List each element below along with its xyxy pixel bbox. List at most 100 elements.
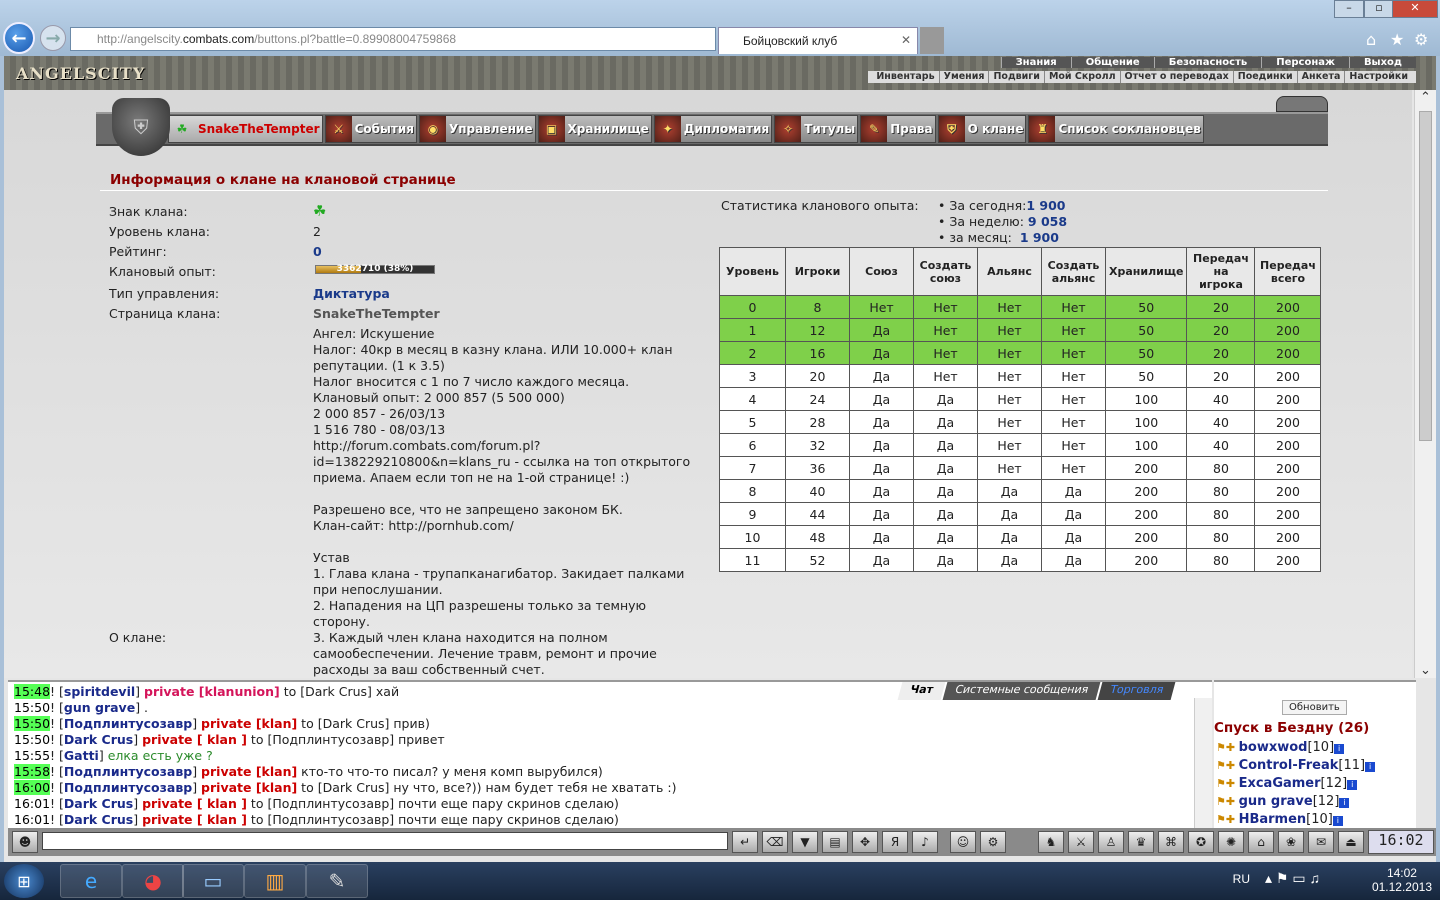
player-entry[interactable]: ⚑✚ HBarmen[10] i bbox=[1216, 812, 1343, 827]
clan-tab-events[interactable]: ⚔ События bbox=[324, 115, 417, 143]
character-icon[interactable]: ♙ bbox=[1098, 831, 1124, 853]
chat-nick[interactable]: Dark Crus bbox=[64, 732, 133, 747]
chat-nick[interactable]: Dark Crus bbox=[64, 796, 133, 811]
refresh-button[interactable]: Обновить bbox=[1282, 700, 1347, 715]
clan-icon[interactable]: ♛ bbox=[1128, 831, 1154, 853]
chat-time[interactable]: 15:48 bbox=[14, 684, 51, 699]
ie-icon[interactable]: e bbox=[60, 864, 122, 898]
paint-icon[interactable]: ✎ bbox=[306, 864, 368, 898]
info-icon[interactable]: i bbox=[1334, 744, 1345, 754]
info-icon[interactable]: i bbox=[1365, 762, 1376, 772]
sound-icon[interactable]: ♪ bbox=[912, 831, 938, 853]
skills-icon[interactable]: ✪ bbox=[1188, 831, 1214, 853]
chat-time[interactable]: 16:01 bbox=[14, 812, 50, 827]
battle-icon[interactable]: ⚔ bbox=[1068, 831, 1094, 853]
submenu-item[interactable]: Поединки bbox=[1232, 71, 1297, 83]
save-icon[interactable]: ▤ bbox=[822, 831, 848, 853]
translit-icon[interactable]: Я bbox=[882, 831, 908, 853]
home-icon[interactable]: ⌂ bbox=[1248, 831, 1274, 853]
chat-scrollbar[interactable] bbox=[1194, 698, 1212, 828]
player-entry[interactable]: ⚑✚ bowxwod[10] i bbox=[1216, 740, 1345, 755]
submenu-item[interactable]: Подвиги bbox=[988, 71, 1043, 83]
info-icon[interactable]: i bbox=[1339, 798, 1350, 808]
smile-icon[interactable]: ☻ bbox=[12, 831, 38, 853]
filter-icon[interactable]: ▼ bbox=[792, 831, 818, 853]
map-icon[interactable]: ⌘ bbox=[1158, 831, 1184, 853]
chrome-icon[interactable]: ◕ bbox=[122, 864, 184, 898]
chat-input[interactable] bbox=[42, 832, 728, 850]
submenu-item[interactable]: Инвентарь bbox=[872, 71, 938, 83]
chat-time[interactable]: 15:58 bbox=[14, 764, 51, 779]
mail-icon[interactable]: ✉ bbox=[1308, 831, 1334, 853]
govern-type[interactable]: Диктатура bbox=[313, 286, 390, 301]
menu-item[interactable]: Знания bbox=[1000, 57, 1071, 68]
chat-nick[interactable]: Подплинтусозавр bbox=[64, 780, 192, 795]
clan-tab-name[interactable]: ☘ SnakeTheTempter bbox=[168, 115, 323, 143]
notepad-icon[interactable]: ▭ bbox=[182, 864, 244, 898]
forward-button[interactable]: → bbox=[40, 25, 66, 51]
clan-tab-diplomacy[interactable]: ✦ Дипломатия bbox=[653, 115, 773, 143]
chat-nick[interactable]: gun grave bbox=[64, 700, 135, 715]
chat-time[interactable]: 15:50 bbox=[14, 732, 50, 747]
language-indicator[interactable]: RU bbox=[1233, 872, 1250, 886]
submenu-item[interactable]: Мой Скролл bbox=[1043, 71, 1120, 83]
player-name[interactable]: ExcaGamer bbox=[1239, 776, 1321, 791]
chat-nick[interactable]: Dark Crus bbox=[64, 812, 133, 827]
friends-icon[interactable]: ❀ bbox=[1278, 831, 1304, 853]
scroll-up-icon[interactable]: ⌃ bbox=[1415, 90, 1436, 105]
clan-tab-manage[interactable]: ◉ Управление bbox=[418, 115, 536, 143]
clan-tab-rights[interactable]: ✎ Права bbox=[860, 115, 936, 143]
system-clock[interactable]: 14:02 01.12.2013 bbox=[1372, 866, 1432, 894]
player-entry[interactable]: ⚑✚ gun grave[12] i bbox=[1216, 794, 1350, 809]
submenu-item[interactable]: Анкета bbox=[1296, 71, 1345, 83]
clear-icon[interactable]: ⌫ bbox=[762, 831, 788, 853]
clan-tab-members[interactable]: ♜ Список соклановцев bbox=[1028, 115, 1204, 143]
move-icon[interactable]: ✥ bbox=[852, 831, 878, 853]
menu-item[interactable]: Выход bbox=[1348, 57, 1416, 68]
player-name[interactable]: bowxwod bbox=[1239, 740, 1308, 755]
settings-gear-icon[interactable]: ⚙ bbox=[1414, 30, 1428, 49]
chat-nick[interactable]: spiritdevil bbox=[64, 684, 135, 699]
tab-system[interactable]: Системные сообщения bbox=[942, 682, 1100, 700]
gear-icon[interactable]: ✺ bbox=[1218, 831, 1244, 853]
info-icon[interactable]: i bbox=[1332, 816, 1343, 826]
menu-item[interactable]: Общение bbox=[1070, 57, 1154, 68]
player-entry[interactable]: ⚑✚ Control-Freak[11] i bbox=[1216, 758, 1376, 773]
new-tab-button[interactable] bbox=[920, 27, 944, 54]
tab-chat[interactable]: Чат bbox=[897, 682, 946, 700]
close-tab-icon[interactable]: ✕ bbox=[901, 33, 911, 47]
home-icon[interactable]: ⌂ bbox=[1366, 30, 1376, 49]
player-entry[interactable]: ⚑✚ ExcaGamer[12] i bbox=[1216, 776, 1358, 791]
player-name[interactable]: Control-Freak bbox=[1239, 758, 1339, 773]
chat-time[interactable]: 15:50 bbox=[14, 700, 50, 715]
scroll-thumb[interactable] bbox=[1419, 111, 1432, 441]
tab-trade[interactable]: Торговля bbox=[1097, 682, 1176, 700]
info-icon[interactable]: i bbox=[1347, 780, 1358, 790]
submenu-item[interactable]: Отчет о переводах bbox=[1119, 71, 1233, 83]
player-name[interactable]: HBarmen bbox=[1239, 812, 1307, 827]
submenu-item[interactable]: Умения bbox=[938, 71, 989, 83]
start-button[interactable]: ⊞ bbox=[4, 864, 44, 898]
chat-nick[interactable]: Подплинтусозавр bbox=[64, 716, 192, 731]
winrar-icon[interactable]: ▥ bbox=[244, 864, 306, 898]
send-icon[interactable]: ↵ bbox=[732, 831, 758, 853]
back-button[interactable]: ← bbox=[3, 22, 35, 54]
chat-time[interactable]: 16:00 bbox=[14, 780, 51, 795]
chat-nick[interactable]: Подплинтусозавр bbox=[64, 764, 192, 779]
chat-time[interactable]: 15:50 bbox=[14, 716, 51, 731]
scroll-down-icon[interactable]: ⌄ bbox=[1415, 663, 1436, 678]
clan-tab-titles[interactable]: ✧ Титулы bbox=[774, 115, 859, 143]
menu-item[interactable]: Персонаж bbox=[1261, 57, 1349, 68]
tray-icons[interactable]: ▴ ⚑ ▭ ♫ bbox=[1265, 870, 1320, 887]
minimize-button[interactable]: – bbox=[1334, 0, 1364, 18]
close-window-button[interactable]: ✕ bbox=[1392, 0, 1438, 18]
favorites-icon[interactable]: ★ bbox=[1390, 30, 1404, 49]
exit-icon[interactable]: ⏏ bbox=[1338, 831, 1364, 853]
inventory-icon[interactable]: ♞ bbox=[1038, 831, 1064, 853]
chat-time[interactable]: 15:55 bbox=[14, 748, 50, 763]
scroll-widget[interactable] bbox=[1276, 96, 1328, 112]
chat-settings-icon[interactable]: ⚙ bbox=[980, 831, 1006, 853]
page-scrollbar[interactable]: ⌃ ⌄ bbox=[1414, 90, 1436, 678]
chat-nick[interactable]: Gatti bbox=[64, 748, 99, 763]
player-name[interactable]: gun grave bbox=[1239, 794, 1313, 809]
